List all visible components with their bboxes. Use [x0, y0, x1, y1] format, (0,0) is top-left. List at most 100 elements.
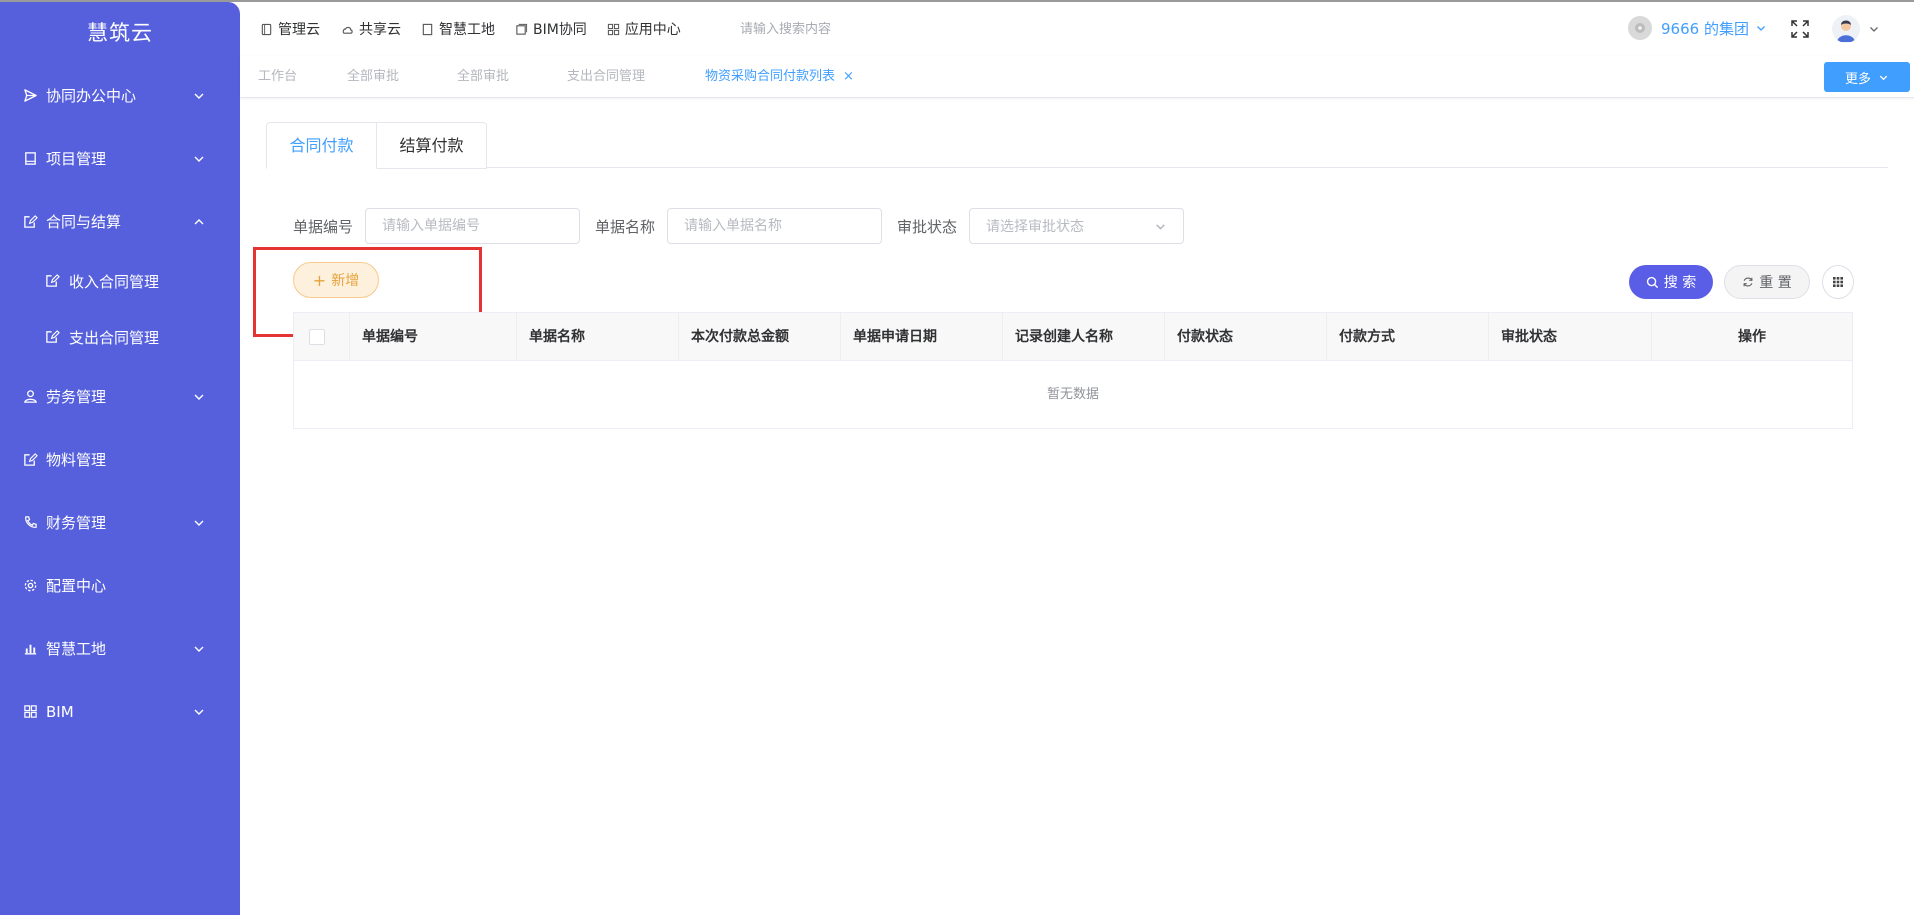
grid-icon — [1833, 277, 1843, 287]
sidebar-item-label: 劳务管理 — [46, 388, 107, 406]
select-all-cell — [294, 313, 350, 361]
tags-bar: 工作台 全部审批 全部审批 支出合同管理 物资采购合同付款列表 × — [240, 56, 1914, 98]
sidebar-item-bim[interactable]: BIM — [0, 680, 240, 743]
sidebar-item-contract-settlement[interactable]: 合同与结算 — [0, 190, 240, 253]
user-avatar[interactable] — [1832, 15, 1860, 43]
tag-all-approvals-2[interactable]: 全部审批 — [457, 56, 509, 98]
sidebar-item-smart-site[interactable]: 智慧工地 — [0, 617, 240, 680]
group-switcher[interactable]: 9666 的集团 — [1628, 16, 1767, 40]
filter-code: 单据编号 — [293, 208, 581, 244]
book-icon — [22, 151, 38, 167]
chevron-up-icon — [194, 218, 204, 224]
sidebar-item-label: 项目管理 — [46, 150, 107, 168]
notebook-icon — [261, 23, 272, 35]
column-header[interactable]: 付款方式 — [1327, 313, 1489, 361]
refresh-icon — [1743, 277, 1753, 287]
status-select[interactable]: 请选择审批状态 — [969, 208, 1185, 244]
tab-settlement-payment[interactable]: 结算付款 — [377, 122, 487, 169]
group-avatar-icon — [1628, 16, 1652, 40]
chevron-down-icon — [194, 156, 204, 162]
sidebar-subitem-label: 收入合同管理 — [69, 272, 160, 291]
column-header[interactable]: 单据名称 — [517, 313, 679, 361]
chevron-down-icon[interactable] — [1868, 23, 1880, 35]
table-header: 单据编号 单据名称 本次付款总金额 单据申请日期 记录创建人名称 付款状态 付款… — [294, 313, 1852, 361]
column-header[interactable]: 记录创建人名称 — [1003, 313, 1165, 361]
add-button[interactable]: + 新增 — [293, 262, 379, 298]
filter-name: 单据名称 — [595, 208, 883, 244]
tab-contract-payment[interactable]: 合同付款 — [266, 122, 377, 169]
column-header[interactable]: 单据申请日期 — [841, 313, 1003, 361]
tag-expense-contract[interactable]: 支出合同管理 — [567, 56, 645, 98]
reset-button[interactable]: 重 置 — [1724, 265, 1810, 299]
select-all-checkbox[interactable] — [309, 329, 325, 345]
filter-status-label: 审批状态 — [897, 217, 958, 236]
sidebar-item-label: 协同办公中心 — [46, 87, 137, 105]
user-icon — [22, 389, 38, 405]
nav-app-center[interactable]: 应用中心 — [607, 19, 681, 39]
edit-icon — [22, 214, 38, 230]
code-input[interactable] — [365, 208, 581, 244]
grid-icon — [22, 704, 38, 720]
nav-management-cloud[interactable]: 管理云 — [260, 19, 320, 39]
chevron-down-icon — [194, 646, 204, 652]
sidebar: 慧筑云 协同办公中心 项目管理 合同与结算 收入合同管理 支出合同管理 劳务管理… — [0, 2, 240, 915]
column-header[interactable]: 本次付款总金额 — [679, 313, 841, 361]
sidebar-item-material-management[interactable]: 物料管理 — [0, 428, 240, 491]
column-header[interactable]: 单据编号 — [350, 313, 517, 361]
main-area: 管理云 共享云 智慧工地 BIM协同 应用中心 9666 的集团 — [240, 2, 1914, 915]
sidebar-item-label: BIM — [46, 702, 74, 721]
group-name: 9666 的集团 — [1661, 19, 1749, 38]
chevron-down-icon — [194, 394, 204, 400]
gear-icon — [22, 578, 38, 594]
sidebar-item-label: 财务管理 — [46, 514, 107, 532]
tag-all-approvals[interactable]: 全部审批 — [347, 56, 399, 98]
sidebar-item-collab-office[interactable]: 协同办公中心 — [0, 64, 240, 127]
sidebar-subitem-income-contract[interactable]: 收入合同管理 — [0, 253, 240, 309]
header-search-input[interactable] — [740, 18, 1040, 40]
column-settings-button[interactable] — [1822, 265, 1854, 299]
send-icon — [22, 88, 38, 104]
nav-smart-site[interactable]: 智慧工地 — [421, 19, 495, 39]
chevron-down-icon — [1879, 75, 1888, 80]
sidebar-item-label: 配置中心 — [46, 577, 107, 595]
sidebar-subitem-expense-contract[interactable]: 支出合同管理 — [0, 309, 240, 365]
filter-status: 审批状态 请选择审批状态 — [897, 208, 1185, 244]
document-icon — [422, 23, 433, 35]
edit-icon — [45, 329, 61, 345]
top-nav: 管理云 共享云 智慧工地 BIM协同 应用中心 — [260, 2, 701, 56]
filter-code-label: 单据编号 — [293, 217, 354, 236]
fullscreen-icon[interactable] — [1790, 19, 1810, 39]
sidebar-item-label: 物料管理 — [46, 451, 107, 469]
sidebar-item-label: 合同与结算 — [46, 213, 122, 231]
nav-shared-cloud[interactable]: 共享云 — [340, 19, 401, 39]
payment-table: 单据编号 单据名称 本次付款总金额 单据申请日期 记录创建人名称 付款状态 付款… — [293, 312, 1853, 429]
top-header: 管理云 共享云 智慧工地 BIM协同 应用中心 9666 的集团 — [240, 2, 1914, 56]
cube-icon — [516, 23, 528, 35]
search-button[interactable]: 搜 索 — [1629, 265, 1713, 299]
tag-workbench[interactable]: 工作台 — [258, 56, 297, 98]
chevron-down-icon — [194, 709, 204, 715]
avatar-icon — [1837, 20, 1855, 42]
filter-name-label: 单据名称 — [595, 217, 656, 236]
edit-icon — [22, 452, 38, 468]
phone-icon — [22, 515, 38, 531]
nav-bim-collab[interactable]: BIM协同 — [515, 19, 587, 39]
sidebar-item-label: 智慧工地 — [46, 640, 107, 658]
name-input[interactable] — [667, 208, 883, 244]
close-icon[interactable]: × — [843, 69, 854, 84]
sidebar-item-finance-management[interactable]: 财务管理 — [0, 491, 240, 554]
edit-icon — [45, 273, 61, 289]
sidebar-item-project-management[interactable]: 项目管理 — [0, 127, 240, 190]
more-button[interactable]: 更多 — [1824, 62, 1910, 92]
chevron-down-icon — [194, 520, 204, 526]
chevron-down-icon — [1156, 223, 1165, 230]
apps-icon — [607, 23, 619, 35]
chevron-down-icon — [194, 93, 204, 99]
sidebar-item-labor-management[interactable]: 劳务管理 — [0, 365, 240, 428]
sidebar-item-config-center[interactable]: 配置中心 — [0, 554, 240, 617]
column-header[interactable]: 付款状态 — [1165, 313, 1327, 361]
column-header[interactable]: 审批状态 — [1489, 313, 1652, 361]
chevron-down-icon — [1756, 26, 1765, 31]
plus-icon: + — [312, 270, 327, 290]
tag-material-contract-payment-list[interactable]: 物资采购合同付款列表 × — [705, 56, 854, 98]
